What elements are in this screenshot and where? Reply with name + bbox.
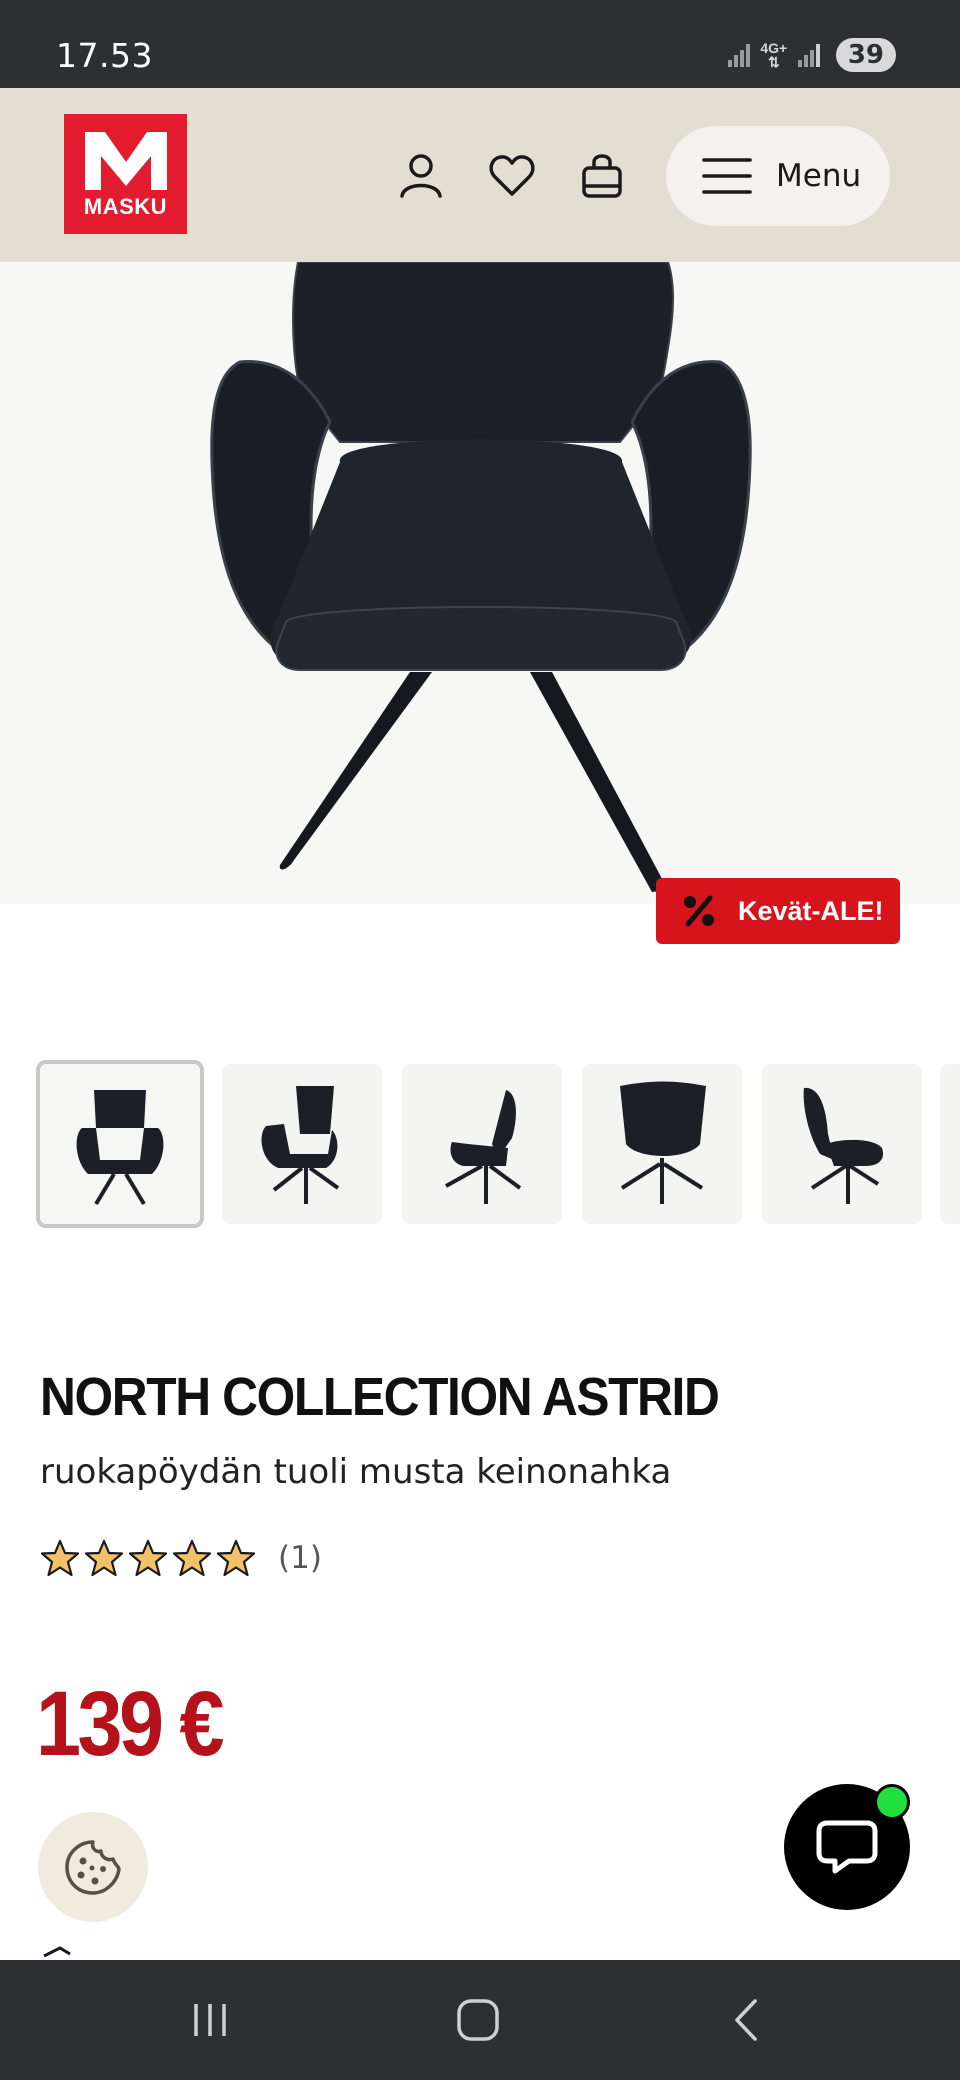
thumbnail-rear-angle[interactable] [762, 1064, 922, 1224]
review-count[interactable]: (1) [278, 1540, 322, 1576]
thumbnail-more[interactable] [940, 1064, 960, 1224]
thumbnail-rear-angle-image [803, 1087, 884, 1204]
cookie-settings-button[interactable] [38, 1812, 148, 1922]
home-icon [457, 1999, 499, 2041]
network-type: 4G+ ⇅ [760, 40, 788, 70]
star-icon [216, 1539, 256, 1577]
shopping-bag-icon[interactable] [577, 150, 627, 200]
product-subtitle: ruokapöydän tuoli musta keinonahka [40, 1452, 672, 1492]
site-header: MASKU Menu [0, 88, 960, 262]
menu-button[interactable]: Menu [666, 126, 890, 226]
product-main-image[interactable] [0, 262, 960, 904]
thumbnail-back[interactable] [582, 1064, 742, 1224]
account-icon[interactable] [396, 150, 446, 200]
status-time: 17.53 [56, 36, 153, 75]
battery-indicator: 39 [835, 38, 896, 72]
status-bar: 17.53 4G+ ⇅ 39 [0, 0, 960, 88]
thumbnail-front[interactable] [36, 1060, 204, 1228]
cookie-icon [65, 1840, 121, 1895]
thumbnail-back-image [620, 1081, 706, 1204]
system-navigation-bar [0, 1960, 960, 2080]
product-price: 139 € [36, 1673, 225, 1775]
thumbnail-angle[interactable] [222, 1064, 382, 1224]
back-chevron-icon [735, 1999, 757, 2041]
thumbnail-side-image [445, 1090, 522, 1204]
thumbnail-strip [36, 1060, 960, 1228]
star-icon [84, 1539, 124, 1577]
star-icon [40, 1539, 80, 1577]
chat-online-indicator [874, 1784, 910, 1820]
logo-text: MASKU [83, 194, 168, 219]
menu-label: Menu [776, 158, 862, 194]
back-button[interactable] [716, 1990, 776, 2050]
chat-bubble-icon [816, 1820, 878, 1874]
masku-logo[interactable]: MASKU [64, 114, 187, 234]
thumbnail-angle-image [261, 1086, 340, 1204]
recent-apps-button[interactable] [180, 1990, 240, 2050]
thumbnail-front-image [76, 1090, 164, 1206]
wishlist-heart-icon[interactable] [487, 150, 537, 200]
percent-icon [684, 895, 714, 927]
star-icon [172, 1539, 212, 1577]
chair-front-image [210, 262, 752, 892]
recent-apps-icon [194, 2004, 226, 2036]
home-button[interactable] [448, 1990, 508, 2050]
network-label: 4G+ [760, 40, 788, 56]
sale-badge-label: Kevät-ALE! [738, 895, 884, 926]
logo-mark [64, 124, 187, 204]
sale-badge: Kevät-ALE! [656, 878, 900, 944]
thumbnail-side[interactable] [402, 1064, 562, 1224]
delivery-info-row [40, 1944, 540, 1958]
signal-icon [727, 44, 750, 67]
hamburger-icon [702, 158, 752, 194]
signal-icon-2 [797, 44, 820, 67]
product-title: NORTH COLLECTION ASTRID [40, 1367, 720, 1427]
truck-icon [43, 1946, 71, 1958]
star-icon [128, 1539, 168, 1577]
product-rating[interactable]: (1) [40, 1538, 322, 1578]
status-icons: 4G+ ⇅ 39 [726, 38, 896, 72]
